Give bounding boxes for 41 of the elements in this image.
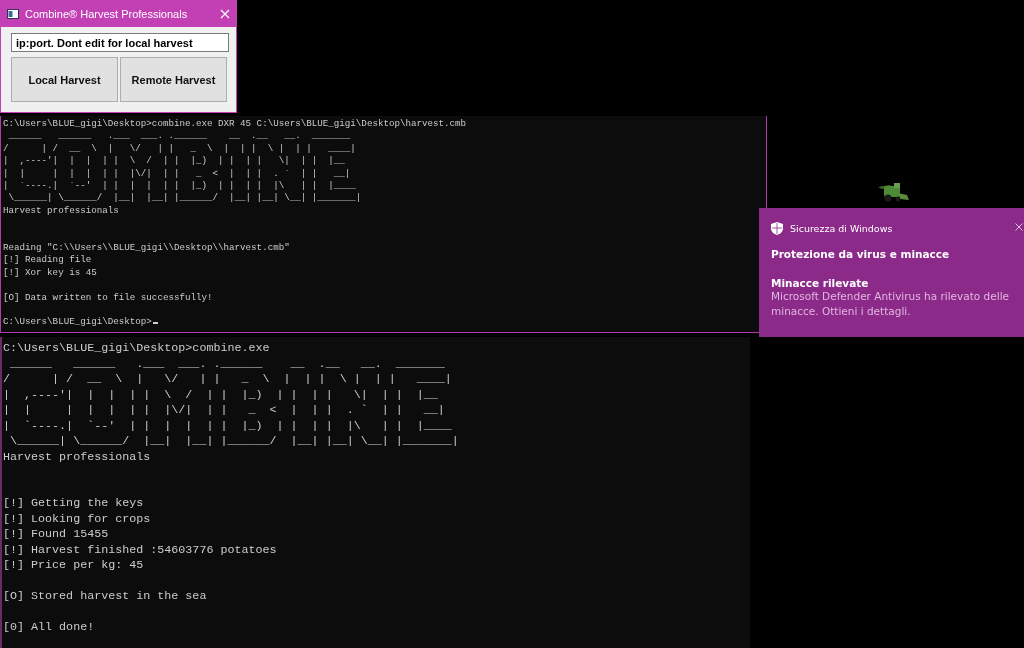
console-line: [O] Data written to file successfully! (3, 291, 213, 305)
notification-title: Minacce rilevate (771, 277, 870, 289)
notification-app-name: Sicurezza di Windows (790, 223, 893, 234)
console-line: Harvest professionals (3, 449, 151, 465)
shield-icon (771, 222, 783, 235)
console-line: [!] Xor key is 45 (3, 266, 97, 280)
console-line: [!] Price per kg: 45 (3, 558, 144, 574)
combine-harvester-icon (876, 181, 910, 203)
ascii-art-line: ______ ______ .___ ___. .______ __ .__ __. _______ (9, 356, 446, 372)
console-line: [!] Looking for crops (3, 511, 151, 527)
console-line: [0] All done! (3, 620, 95, 636)
console-line: [!] Harvest finished :54603776 potatoes (3, 542, 277, 558)
ascii-art-line: | | | | | | | |\/| | | _ < | | | . ` | | __| (3, 403, 446, 419)
ascii-art-line: ______ ______ .___ ___. .______ __ .__ __. _______ (7, 130, 352, 143)
ascii-art-line: / | / __ \ | \/ | | _ \ | | | \ | | | ____| (3, 142, 356, 156)
ascii-art-line: | ,----'| | | | | \ / | | |_) | | | | \| | | |__ (3, 387, 439, 403)
console-line: Harvest professionals (3, 204, 119, 218)
ascii-art-line: \______| \______/ |__| |__| |______/ |__| |__| \__| |_______| (7, 192, 362, 205)
notification-body: Microsoft Defender Antivirus ha rilevato delle minacce. Ottieni i dettagli. (771, 289, 1011, 319)
console-command: C:\Users\BLUE_gigi\Desktop>combine.exe (3, 341, 270, 357)
console-prompt: C:\Users\BLUE_gigi\Desktop> (3, 316, 152, 328)
console-line: [!] Getting the keys (3, 496, 144, 512)
harvest-button[interactable]: Local Harvest (11, 57, 118, 102)
notification-heading: Protezione da virus e minacce (771, 248, 951, 260)
console-line: [!] Reading file (3, 254, 92, 267)
address-field[interactable]: ip:port. Dont edit for local harvest (11, 33, 229, 52)
window-icon (7, 9, 19, 19)
ascii-art-line: | | | | | | | |\/| | | _ < | | | . ` | | __| (3, 167, 352, 181)
ascii-art-line: \______| \______/ |__| |__| |______/ |__| |__| \__| |_______| (9, 434, 459, 450)
ascii-art-line: | `----.| `--' | | | | | | |_) | | | | |\ | | |____ (3, 180, 357, 193)
notification-toast[interactable]: Sicurezza di Windows Protezione da virus e minacce Minacce rilevate Microsoft Defender Antivirus ha rilevato delle minacce. Ottieni i dettagli. (759, 208, 1024, 337)
window-title: Combine® Harvest Professionals (25, 8, 189, 20)
console-line: Reading "C:\\Users\\BLUE_gigi\\Desktop\\harvest.cmb" (3, 242, 290, 255)
ascii-art-line: | `----.| `--' | | | | | | |_) | | | | |\ | | |____ (3, 418, 453, 434)
harvest-button[interactable]: Remote Harvest (120, 57, 227, 102)
ascii-art-line: | ,----'| | | | | \ / | | |_) | | | | \| | | |__ (3, 155, 346, 168)
ascii-art-line: / | / __ \ | \/ | | _ \ | | | \ | | | ____| (3, 372, 452, 388)
console-line: [O] Stored harvest in the sea (3, 589, 207, 605)
console-command: C:\Users\BLUE_gigi\Desktop>combine.exe DXR 45 C:\Users\BLUE_gigi\Desktop\harvest.cmb (3, 118, 467, 131)
close-icon[interactable] (1015, 223, 1023, 231)
console-line: [!] Found 15455 (3, 527, 109, 543)
